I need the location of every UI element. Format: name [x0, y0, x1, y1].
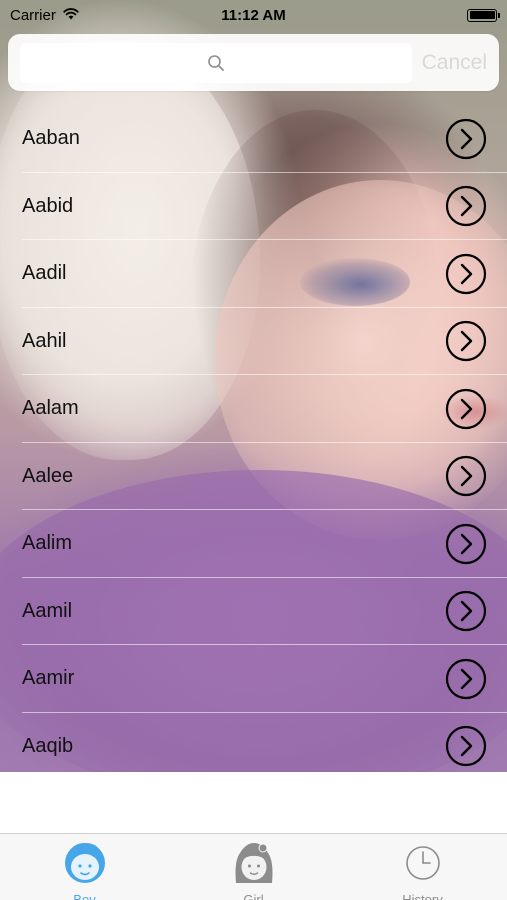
- list-item[interactable]: Aalee: [0, 443, 507, 510]
- list-item[interactable]: Aalam: [0, 375, 507, 443]
- battery-fill: [469, 11, 495, 19]
- clock-icon: [399, 837, 447, 890]
- name-label: Aabid: [22, 194, 74, 217]
- list-item[interactable]: Aamil: [0, 578, 507, 645]
- chevron-right-circle-icon[interactable]: [445, 185, 487, 227]
- chevron-right-circle-icon[interactable]: [445, 523, 487, 565]
- tab-girl-label: Girl: [243, 892, 264, 900]
- chevron-right-circle-icon[interactable]: [445, 388, 487, 430]
- chevron-right-circle-icon[interactable]: [445, 455, 487, 497]
- tab-boy-label: Boy: [73, 892, 96, 900]
- battery-icon: [467, 8, 500, 22]
- name-label: Aadil: [22, 262, 67, 285]
- list-item[interactable]: Aabid: [0, 173, 507, 240]
- chevron-right-circle-icon[interactable]: [445, 118, 487, 160]
- list-item[interactable]: Aalim: [0, 510, 507, 578]
- search-input[interactable]: [20, 42, 412, 83]
- name-label: Aalam: [22, 397, 79, 420]
- search-field[interactable]: [20, 42, 412, 83]
- list-item[interactable]: Aaban: [0, 105, 507, 173]
- chevron-right-circle-icon[interactable]: [445, 725, 487, 767]
- search-bar: Cancel: [8, 34, 499, 91]
- tab-boy[interactable]: Boy: [0, 834, 169, 900]
- name-label: Aalim: [22, 532, 73, 555]
- name-label: Aaqib: [22, 734, 74, 757]
- chevron-right-circle-icon[interactable]: [445, 253, 487, 295]
- list-item[interactable]: Aadil: [0, 240, 507, 308]
- chevron-right-circle-icon[interactable]: [445, 658, 487, 700]
- chevron-right-circle-icon[interactable]: [445, 590, 487, 632]
- list-item[interactable]: Aahil: [0, 308, 507, 375]
- wifi-icon: [62, 7, 80, 24]
- tab-history-label: History: [402, 892, 443, 900]
- boy-face-icon: [61, 837, 109, 890]
- name-label: Aamir: [22, 667, 75, 690]
- name-label: Aaban: [22, 127, 80, 150]
- tab-bar: Boy Girl History: [0, 833, 507, 900]
- name-label: Aalee: [22, 464, 74, 487]
- tab-history[interactable]: History: [338, 834, 507, 900]
- carrier-label: Carrier: [10, 6, 56, 24]
- tab-girl[interactable]: Girl: [169, 834, 338, 900]
- cancel-button[interactable]: Cancel: [422, 51, 487, 75]
- chevron-right-circle-icon[interactable]: [445, 320, 487, 362]
- list-item[interactable]: Aamir: [0, 645, 507, 713]
- name-label: Aahil: [22, 329, 67, 352]
- list-item[interactable]: Aaqib: [0, 713, 507, 781]
- name-list: Aaban Aabid Aadil Aahil Aalam Aalee Aali…: [0, 105, 507, 780]
- name-label: Aamil: [22, 599, 73, 622]
- status-bar: Carrier 11:12 AM: [0, 0, 507, 30]
- status-left: Carrier: [10, 7, 80, 24]
- girl-face-icon: [230, 837, 278, 890]
